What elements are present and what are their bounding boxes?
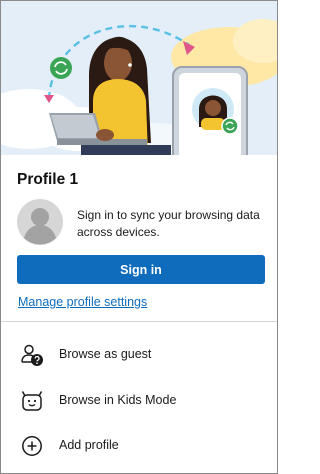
sign-in-button[interactable]: Sign in: [17, 255, 265, 284]
kids-mode-icon: [20, 389, 44, 413]
browse-as-guest-label: Browse as guest: [59, 347, 152, 361]
guest-icon: [20, 343, 44, 367]
sync-message: Sign in to sync your browsing data acros…: [77, 208, 260, 239]
manage-profile-settings-link[interactable]: Manage profile settings: [18, 295, 147, 309]
add-profile-label: Add profile: [59, 438, 119, 452]
sync-illustration: [1, 1, 277, 155]
profile-name: Profile 1: [17, 171, 79, 188]
browse-as-guest-item[interactable]: Browse as guest: [1, 334, 277, 374]
browse-in-kids-mode-item[interactable]: Browse in Kids Mode: [1, 380, 277, 420]
avatar-icon: [17, 199, 63, 245]
divider: [1, 321, 277, 322]
profile-flyout: Profile 1 Sign in to sync your browsing …: [0, 0, 278, 474]
add-profile-icon: [20, 434, 44, 458]
browse-in-kids-mode-label: Browse in Kids Mode: [59, 393, 177, 407]
add-profile-item[interactable]: Add profile: [1, 425, 277, 465]
